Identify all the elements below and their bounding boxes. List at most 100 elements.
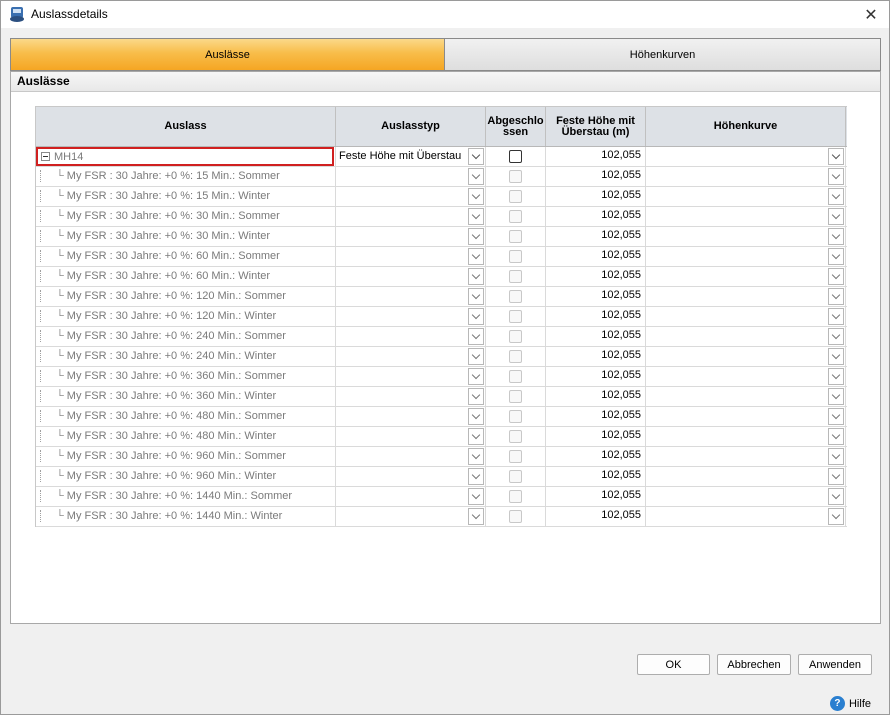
curve-dropdown[interactable] [828, 228, 844, 245]
outlet-type-cell[interactable] [336, 267, 486, 286]
outlet-type-cell[interactable] [336, 207, 486, 226]
curve-cell[interactable] [646, 227, 846, 246]
outlet-type-cell[interactable] [336, 507, 486, 526]
height-cell[interactable]: 102,055 [546, 427, 646, 446]
curve-cell[interactable] [646, 387, 846, 406]
closed-checkbox[interactable] [509, 150, 522, 163]
outlet-type-cell[interactable] [336, 487, 486, 506]
column-header-auslass[interactable]: Auslass [36, 107, 336, 146]
height-cell[interactable]: 102,055 [546, 507, 646, 526]
outlet-type-dropdown[interactable] [468, 328, 484, 345]
curve-dropdown[interactable] [828, 148, 844, 165]
table-row[interactable]: └ My FSR : 30 Jahre: +0 %: 15 Min.: Somme… [36, 167, 847, 187]
apply-button[interactable]: Anwenden [798, 654, 872, 675]
height-cell[interactable]: 102,055 [546, 167, 646, 186]
outlet-type-cell[interactable] [336, 327, 486, 346]
curve-dropdown[interactable] [828, 168, 844, 185]
table-row[interactable]: └ My FSR : 30 Jahre: +0 %: 1440 Min.: Win… [36, 507, 847, 527]
curve-cell[interactable] [646, 427, 846, 446]
height-cell[interactable]: 102,055 [546, 247, 646, 266]
height-cell[interactable]: 102,055 [546, 327, 646, 346]
table-row[interactable]: └ My FSR : 30 Jahre: +0 %: 240 Min.: Somm… [36, 327, 847, 347]
outlet-name-cell[interactable]: └ My FSR : 30 Jahre: +0 %: 240 Min.: Wint… [36, 347, 336, 366]
curve-dropdown[interactable] [828, 428, 844, 445]
curve-cell[interactable] [646, 147, 846, 166]
outlet-type-cell[interactable] [336, 187, 486, 206]
curve-cell[interactable] [646, 247, 846, 266]
outlet-type-cell[interactable] [336, 427, 486, 446]
table-row[interactable]: └ My FSR : 30 Jahre: +0 %: 60 Min.: Somme… [36, 247, 847, 267]
outlet-name-cell[interactable]: └ My FSR : 30 Jahre: +0 %: 30 Min.: Somme… [36, 207, 336, 226]
tab-hoehenkurven[interactable]: Höhenkurven [445, 39, 880, 70]
outlet-type-dropdown[interactable] [468, 188, 484, 205]
height-cell[interactable]: 102,055 [546, 187, 646, 206]
curve-cell[interactable] [646, 367, 846, 386]
height-cell[interactable]: 102,055 [546, 407, 646, 426]
curve-cell[interactable] [646, 307, 846, 326]
curve-cell[interactable] [646, 267, 846, 286]
table-row-parent[interactable]: MH14 Feste Höhe mit Überstau 102,055 [36, 147, 847, 167]
table-row[interactable]: └ My FSR : 30 Jahre: +0 %: 15 Min.: Winte… [36, 187, 847, 207]
column-header-hoehenkurve[interactable]: Höhenkurve [646, 107, 846, 146]
curve-dropdown[interactable] [828, 448, 844, 465]
curve-dropdown[interactable] [828, 208, 844, 225]
outlet-type-dropdown[interactable] [468, 288, 484, 305]
table-row[interactable]: └ My FSR : 30 Jahre: +0 %: 960 Min.: Somm… [36, 447, 847, 467]
outlet-type-dropdown[interactable] [468, 508, 484, 525]
outlet-name-cell[interactable]: └ My FSR : 30 Jahre: +0 %: 120 Min.: Wint… [36, 307, 336, 326]
collapse-icon[interactable] [41, 152, 50, 161]
outlet-name-cell[interactable]: └ My FSR : 30 Jahre: +0 %: 240 Min.: Somm… [36, 327, 336, 346]
curve-cell[interactable] [646, 327, 846, 346]
column-header-auslasstyp[interactable]: Auslasstyp [336, 107, 486, 146]
outlet-type-cell[interactable] [336, 247, 486, 266]
curve-dropdown[interactable] [828, 348, 844, 365]
help-link[interactable]: ? Hilfe [829, 696, 871, 711]
outlet-type-cell[interactable] [336, 447, 486, 466]
outlet-name-cell[interactable]: MH14 [36, 147, 336, 166]
curve-dropdown[interactable] [828, 268, 844, 285]
height-cell[interactable]: 102,055 [546, 447, 646, 466]
close-button[interactable]: ✕ [853, 1, 889, 28]
outlet-type-dropdown[interactable] [468, 448, 484, 465]
outlet-type-cell[interactable] [336, 407, 486, 426]
curve-cell[interactable] [646, 407, 846, 426]
table-row[interactable]: └ My FSR : 30 Jahre: +0 %: 30 Min.: Somme… [36, 207, 847, 227]
height-cell[interactable]: 102,055 [546, 347, 646, 366]
curve-dropdown[interactable] [828, 188, 844, 205]
height-cell[interactable]: 102,055 [546, 287, 646, 306]
outlet-type-cell[interactable] [336, 307, 486, 326]
curve-dropdown[interactable] [828, 328, 844, 345]
table-row[interactable]: └ My FSR : 30 Jahre: +0 %: 360 Min.: Somm… [36, 367, 847, 387]
outlet-name-cell[interactable]: └ My FSR : 30 Jahre: +0 %: 960 Min.: Somm… [36, 447, 336, 466]
curve-dropdown[interactable] [828, 368, 844, 385]
table-row[interactable]: └ My FSR : 30 Jahre: +0 %: 30 Min.: Winte… [36, 227, 847, 247]
curve-dropdown[interactable] [828, 508, 844, 525]
outlet-type-cell[interactable]: Feste Höhe mit Überstau [336, 147, 486, 166]
curve-dropdown[interactable] [828, 388, 844, 405]
outlet-type-dropdown[interactable] [468, 468, 484, 485]
curve-cell[interactable] [646, 187, 846, 206]
table-row[interactable]: └ My FSR : 30 Jahre: +0 %: 120 Min.: Somm… [36, 287, 847, 307]
curve-dropdown[interactable] [828, 308, 844, 325]
curve-cell[interactable] [646, 207, 846, 226]
table-row[interactable]: └ My FSR : 30 Jahre: +0 %: 480 Min.: Somm… [36, 407, 847, 427]
curve-dropdown[interactable] [828, 288, 844, 305]
height-cell[interactable]: 102,055 [546, 387, 646, 406]
outlet-type-dropdown[interactable] [468, 308, 484, 325]
outlet-name-cell[interactable]: └ My FSR : 30 Jahre: +0 %: 1440 Min.: Som… [36, 487, 336, 506]
height-cell[interactable]: 102,055 [546, 207, 646, 226]
curve-dropdown[interactable] [828, 408, 844, 425]
outlet-type-dropdown[interactable] [468, 208, 484, 225]
outlet-name-cell[interactable]: └ My FSR : 30 Jahre: +0 %: 60 Min.: Winte… [36, 267, 336, 286]
outlet-type-cell[interactable] [336, 227, 486, 246]
table-row[interactable]: └ My FSR : 30 Jahre: +0 %: 360 Min.: Wint… [36, 387, 847, 407]
table-row[interactable]: └ My FSR : 30 Jahre: +0 %: 480 Min.: Wint… [36, 427, 847, 447]
outlet-type-dropdown[interactable] [468, 488, 484, 505]
height-cell[interactable]: 102,055 [546, 267, 646, 286]
cancel-button[interactable]: Abbrechen [717, 654, 791, 675]
ok-button[interactable]: OK [637, 654, 710, 675]
curve-cell[interactable] [646, 487, 846, 506]
outlet-type-dropdown[interactable] [468, 408, 484, 425]
outlet-name-cell[interactable]: └ My FSR : 30 Jahre: +0 %: 360 Min.: Wint… [36, 387, 336, 406]
outlet-name-cell[interactable]: └ My FSR : 30 Jahre: +0 %: 30 Min.: Winte… [36, 227, 336, 246]
